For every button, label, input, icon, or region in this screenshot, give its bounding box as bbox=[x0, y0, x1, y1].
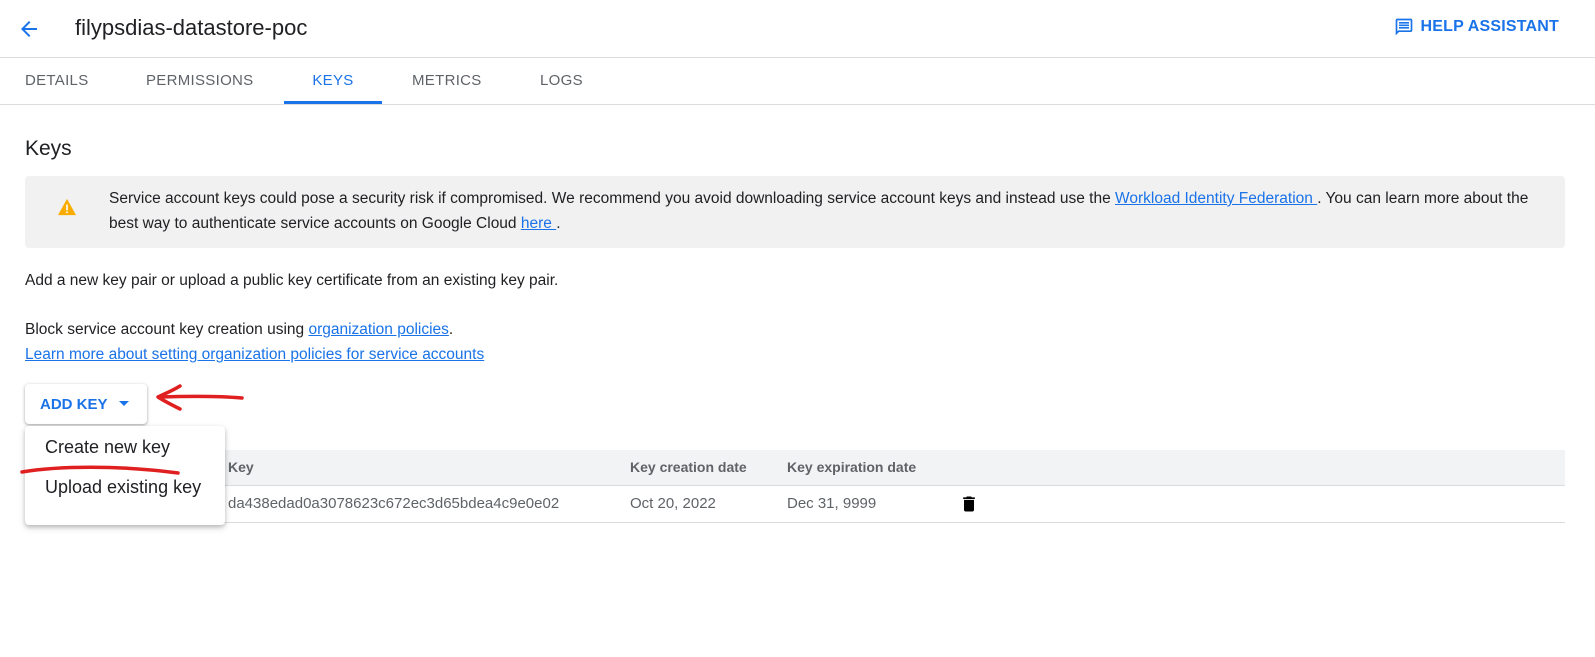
block-key-creation-text: Block service account key creation using… bbox=[25, 317, 484, 367]
help-assistant-button[interactable]: HELP ASSISTANT bbox=[1394, 17, 1559, 37]
back-button[interactable] bbox=[14, 14, 44, 44]
intro-text: Add a new key pair or upload a public ke… bbox=[25, 272, 559, 289]
tab-bar: DETAILS PERMISSIONS KEYS METRICS LOGS bbox=[0, 58, 1595, 105]
add-key-menu: Create new key Upload existing key bbox=[25, 426, 225, 525]
workload-identity-federation-link[interactable]: Workload Identity Federation bbox=[1115, 190, 1317, 207]
menu-item-upload-existing-key[interactable]: Upload existing key bbox=[45, 477, 201, 498]
table-row: da438edad0a3078623c672ec3d65bdea4c9e0e02… bbox=[25, 486, 1565, 523]
tab-metrics[interactable]: METRICS bbox=[412, 58, 482, 104]
block-text-after: . bbox=[448, 321, 454, 338]
warning-banner: Service account keys could pose a securi… bbox=[25, 176, 1565, 248]
delete-key-button[interactable] bbox=[959, 494, 979, 519]
add-key-button[interactable]: ADD KEY bbox=[25, 384, 147, 424]
arrow-back-icon bbox=[21, 21, 37, 37]
add-key-label: ADD KEY bbox=[40, 395, 108, 413]
annotation-arrow bbox=[156, 384, 244, 411]
column-header-expiration-date[interactable]: Key expiration date bbox=[787, 459, 916, 475]
tab-details[interactable]: DETAILS bbox=[25, 58, 89, 104]
keys-table-header: Key Key creation date Key expiration dat… bbox=[25, 450, 1565, 486]
menu-item-create-new-key[interactable]: Create new key bbox=[45, 437, 170, 458]
page-title: filypsdias-datastore-poc bbox=[75, 15, 308, 40]
tab-logs[interactable]: LOGS bbox=[540, 58, 583, 104]
tab-keys[interactable]: KEYS bbox=[284, 58, 382, 104]
warning-text-after: . bbox=[556, 215, 561, 232]
organization-policies-link[interactable]: organization policies bbox=[308, 321, 448, 338]
warning-message: Service account keys could pose a securi… bbox=[109, 186, 1535, 236]
section-title: Keys bbox=[25, 137, 72, 160]
help-assistant-label: HELP ASSISTANT bbox=[1420, 18, 1559, 35]
warning-text-before: Service account keys could pose a securi… bbox=[109, 190, 1115, 207]
key-id: da438edad0a3078623c672ec3d65bdea4c9e0e02 bbox=[228, 495, 560, 512]
feedback-icon bbox=[1396, 18, 1413, 36]
column-header-key[interactable]: Key bbox=[228, 459, 254, 475]
arrow-drop-down-icon bbox=[118, 401, 129, 406]
learn-more-link[interactable]: Learn more about setting organization po… bbox=[25, 346, 484, 363]
key-expiration-date: Dec 31, 9999 bbox=[787, 495, 877, 512]
key-creation-date: Oct 20, 2022 bbox=[630, 495, 716, 512]
delete-icon bbox=[963, 496, 975, 512]
column-header-creation-date[interactable]: Key creation date bbox=[630, 459, 747, 475]
tab-permissions[interactable]: PERMISSIONS bbox=[146, 58, 254, 104]
block-text-before: Block service account key creation using bbox=[25, 321, 309, 338]
page: filypsdias-datastore-poc HELP ASSISTANT … bbox=[0, 0, 1595, 657]
warning-icon bbox=[58, 198, 76, 216]
here-link[interactable]: here bbox=[521, 215, 556, 232]
header: filypsdias-datastore-poc HELP ASSISTANT bbox=[0, 0, 1595, 58]
